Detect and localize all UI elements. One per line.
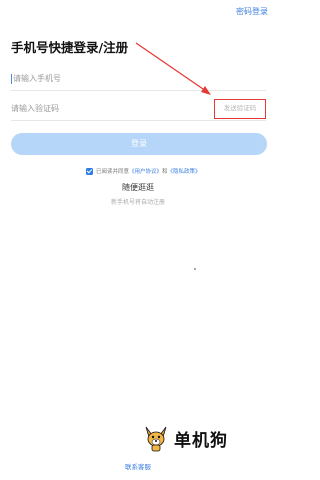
agreement-row: 已阅读并同意 《用户协议》 和 《隐私政策》 — [86, 166, 201, 176]
phone-input[interactable]: 请输入手机号 — [11, 70, 266, 90]
agreement-prefix: 已阅读并同意 — [96, 169, 130, 175]
watermark: 单机狗 — [142, 424, 262, 452]
contact-support-link[interactable]: 联系客服 — [0, 461, 276, 471]
watermark-text: 单机狗 — [174, 430, 228, 451]
text-cursor — [11, 74, 12, 84]
login-button[interactable]: 登录 — [11, 133, 267, 155]
agreement-checkbox[interactable] — [86, 167, 93, 175]
phone-divider — [11, 90, 266, 91]
browse-link[interactable]: 随便逛逛 — [0, 182, 276, 193]
dog-logo-icon — [145, 426, 167, 452]
code-divider — [11, 120, 266, 121]
user-agreement-link[interactable]: 《用户协议》 — [129, 167, 162, 175]
stray-dot — [194, 268, 196, 270]
auto-register-note: 新手机号将自动注册 — [110, 199, 165, 206]
privacy-policy-link[interactable]: 《隐私政策》 — [168, 167, 201, 175]
code-placeholder: 请输入验证码 — [11, 104, 59, 113]
phone-placeholder: 请输入手机号 — [13, 74, 61, 83]
send-code-button[interactable]: 发送验证码 — [214, 99, 266, 119]
password-login-link[interactable]: 密码登录 — [236, 6, 268, 17]
page-title: 手机号快捷登录/注册 — [11, 40, 129, 55]
